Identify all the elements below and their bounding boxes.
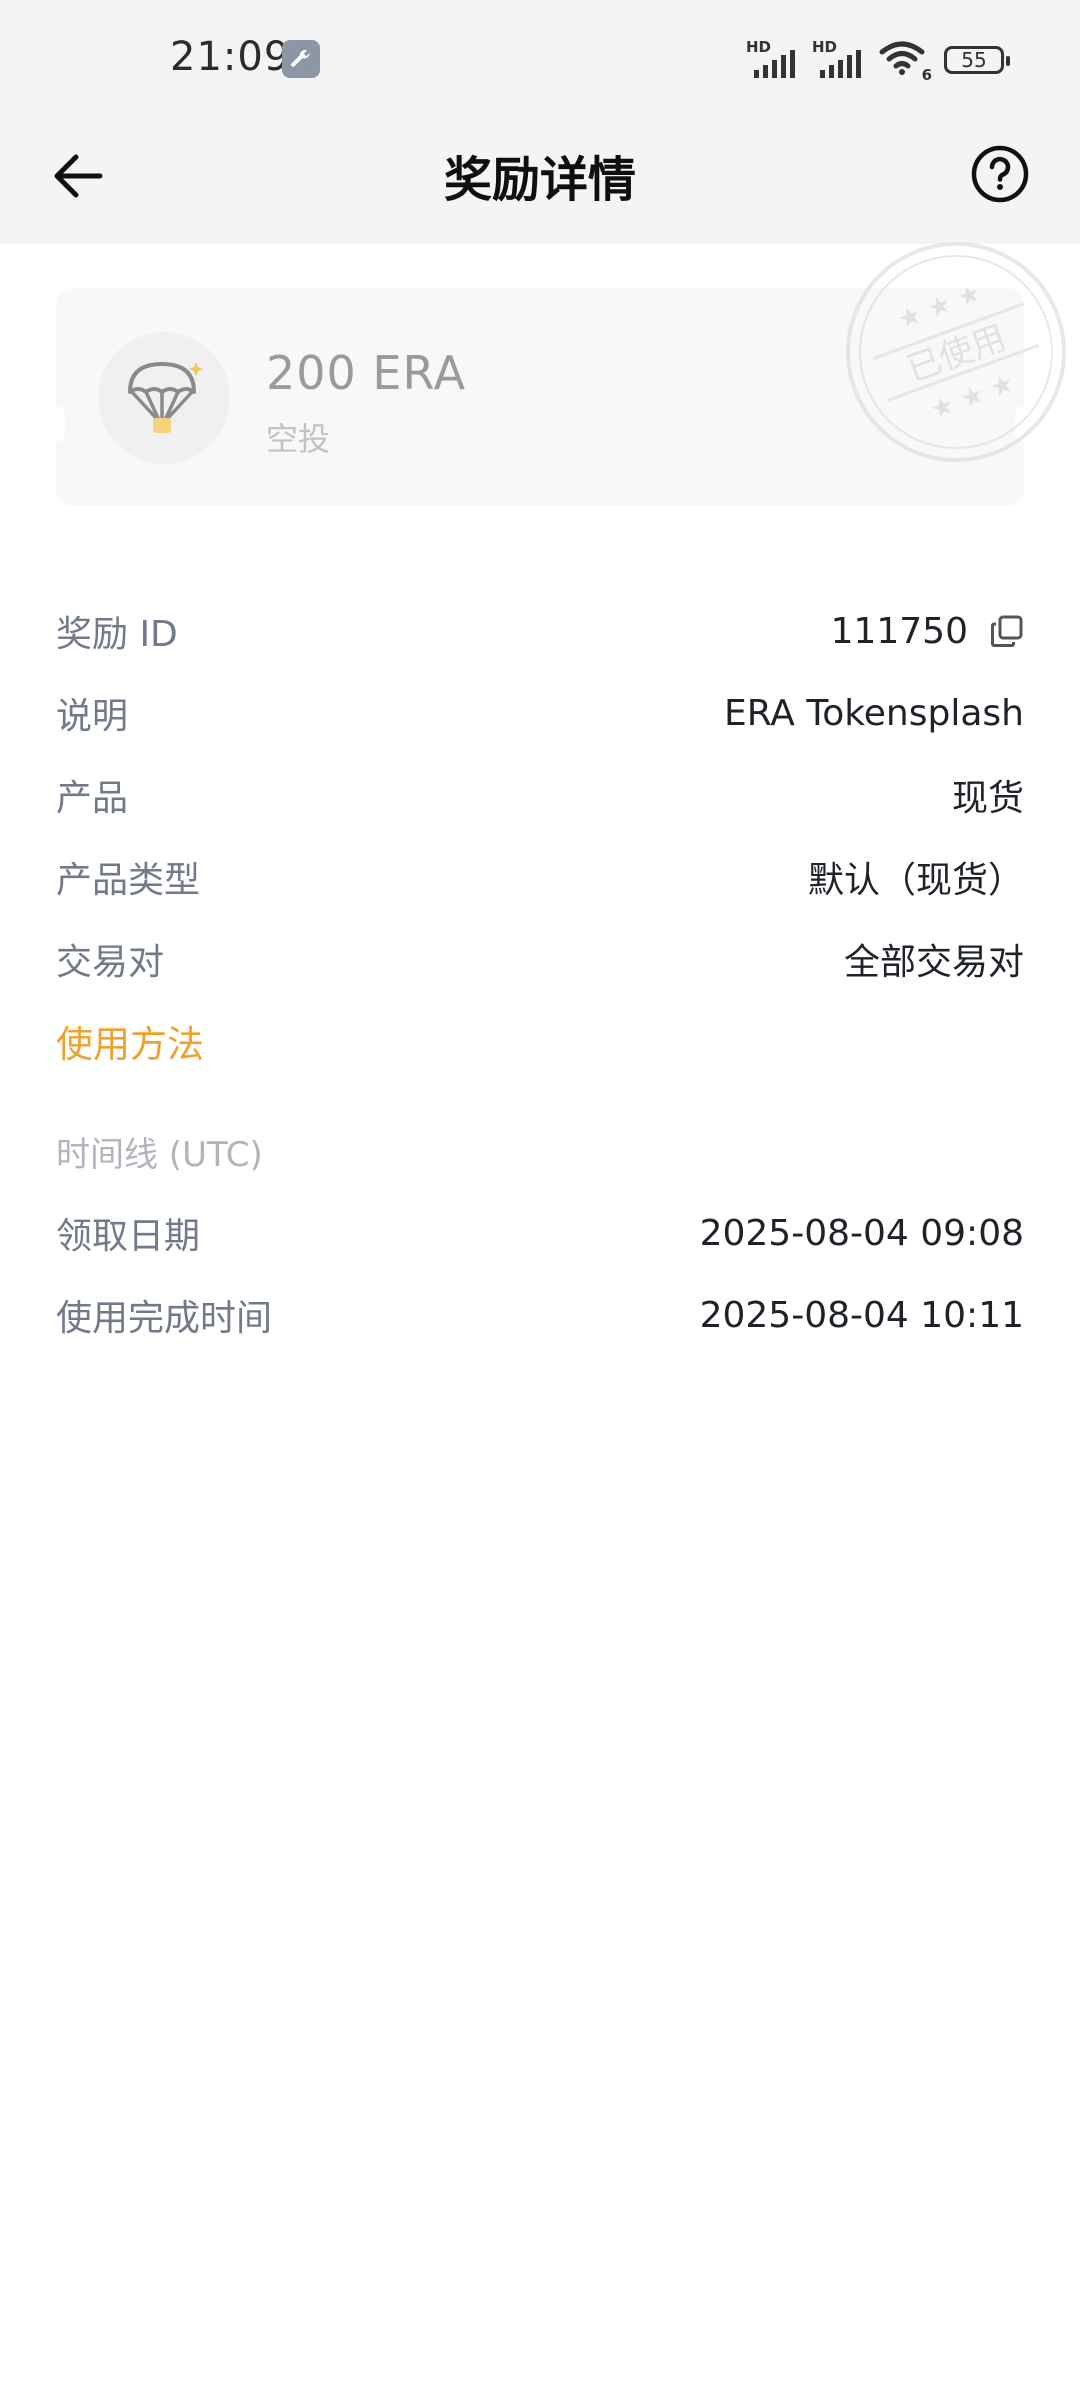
reward-type: 空投 xyxy=(266,420,331,458)
parachute-icon xyxy=(98,332,230,464)
product-value: 现货 xyxy=(951,778,1024,819)
trading-pair-row: 交易对 全部交易对 xyxy=(56,918,1024,1000)
reward-id-label: 奖励 ID xyxy=(56,614,178,655)
card-notch-left xyxy=(56,406,65,442)
completed-time-row: 使用完成时间 2025-08-04 10:11 xyxy=(56,1274,1024,1356)
status-time: 21:09 xyxy=(170,34,291,80)
wrench-icon xyxy=(282,40,320,78)
trading-pair-value: 全部交易对 xyxy=(843,942,1024,983)
status-icons: HD HD 6 55 xyxy=(746,36,1010,84)
completed-time-label: 使用完成时间 xyxy=(56,1298,273,1339)
product-label: 产品 xyxy=(56,778,129,819)
app-header: 奖励详情 xyxy=(0,120,1080,244)
product-row: 产品 现货 xyxy=(56,754,1024,836)
wifi-icon: 6 xyxy=(878,40,932,84)
trading-pair-label: 交易对 xyxy=(56,942,165,983)
description-label: 说明 xyxy=(56,696,129,737)
completed-time-value: 2025-08-04 10:11 xyxy=(699,1294,1024,1336)
claim-date-label: 领取日期 xyxy=(56,1216,201,1257)
battery-level: 55 xyxy=(961,48,987,72)
question-circle-icon xyxy=(971,145,1029,203)
copy-icon[interactable] xyxy=(990,614,1024,648)
product-type-value: 默认（现货） xyxy=(807,860,1024,901)
claim-date-value: 2025-08-04 09:08 xyxy=(699,1212,1024,1254)
claim-date-row: 领取日期 2025-08-04 09:08 xyxy=(56,1192,1024,1274)
how-to-use-link[interactable]: 使用方法 xyxy=(56,1000,1024,1082)
cell-signal-icon-2: HD xyxy=(812,40,864,80)
product-type-label: 产品类型 xyxy=(56,860,201,901)
details-list: 奖励 ID 111750 说明 ERA Tokensplash 产品 现货 产品… xyxy=(56,590,1024,1356)
status-bar: 21:09 HD HD 6 55 xyxy=(0,0,1080,120)
cell-signal-icon: HD xyxy=(746,40,798,80)
timeline-title: 时间线 (UTC) xyxy=(56,1134,263,1175)
description-row: 说明 ERA Tokensplash xyxy=(56,672,1024,754)
product-type-row: 产品类型 默认（现货） xyxy=(56,836,1024,918)
reward-id-row: 奖励 ID 111750 xyxy=(56,590,1024,672)
page-title: 奖励详情 xyxy=(443,152,636,208)
reward-amount: 200 ERA xyxy=(266,346,467,400)
wifi-label: 6 xyxy=(921,66,932,84)
battery-icon: 55 xyxy=(944,46,1010,74)
description-value: ERA Tokensplash xyxy=(723,692,1024,734)
reward-id-value-wrap: 111750 xyxy=(831,611,1024,652)
reward-id-value: 111750 xyxy=(830,610,968,652)
help-button[interactable] xyxy=(964,138,1036,210)
used-stamp: ★ ★ ★ ★ ★ ★ 已使用 xyxy=(836,232,1076,472)
